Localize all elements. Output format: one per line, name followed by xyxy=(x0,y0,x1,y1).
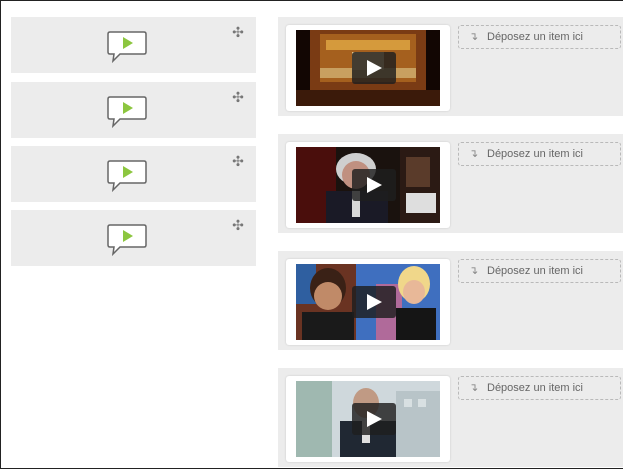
video-frame xyxy=(296,30,440,106)
video-thumbnail[interactable] xyxy=(286,259,450,345)
drop-label: Déposez un item ici xyxy=(487,382,583,394)
video-frame xyxy=(296,264,440,340)
drop-target[interactable]: ↴ Déposez un item ici xyxy=(458,259,621,283)
speech-bubble-play-icon xyxy=(107,96,147,128)
play-button[interactable] xyxy=(352,52,396,84)
drag-item[interactable]: ✣ xyxy=(11,17,256,73)
drop-zone: ↴ Déposez un item ici xyxy=(278,251,623,350)
play-icon xyxy=(367,294,382,310)
move-arrows-icon[interactable]: ✣ xyxy=(231,154,245,168)
video-thumbnail[interactable] xyxy=(286,25,450,111)
drag-item[interactable]: ✣ xyxy=(11,82,256,138)
drop-zone: ↴ Déposez un item ici xyxy=(278,134,623,233)
play-button[interactable] xyxy=(352,403,396,435)
speech-bubble-play-icon xyxy=(107,160,147,192)
play-button[interactable] xyxy=(352,169,396,201)
drop-target[interactable]: ↴ Déposez un item ici xyxy=(458,25,621,49)
drag-item[interactable]: ✣ xyxy=(11,146,256,202)
drop-target[interactable]: ↴ Déposez un item ici xyxy=(458,142,621,166)
drop-arrow-icon: ↴ xyxy=(469,31,479,43)
speech-bubble-play-icon xyxy=(107,224,147,256)
drop-arrow-icon: ↴ xyxy=(469,265,479,277)
drag-item[interactable]: ✣ xyxy=(11,210,256,266)
drop-arrow-icon: ↴ xyxy=(469,148,479,160)
drop-arrow-icon: ↴ xyxy=(469,382,479,394)
play-icon xyxy=(367,60,382,76)
play-icon xyxy=(367,411,382,427)
drop-zone: ↴ Déposez un item ici xyxy=(278,368,623,467)
speech-bubble-play-icon xyxy=(107,31,147,63)
play-icon xyxy=(367,177,382,193)
play-button[interactable] xyxy=(352,286,396,318)
move-arrows-icon[interactable]: ✣ xyxy=(231,90,245,104)
video-frame xyxy=(296,381,440,457)
drop-label: Déposez un item ici xyxy=(487,31,583,43)
activity-frame: ✣ ✣ ✣ ✣ ↴ Déposez un item ici ↴ Déposez … xyxy=(0,0,623,469)
drop-zone: ↴ Déposez un item ici xyxy=(278,17,623,116)
drop-label: Déposez un item ici xyxy=(487,148,583,160)
drop-target[interactable]: ↴ Déposez un item ici xyxy=(458,376,621,400)
move-arrows-icon[interactable]: ✣ xyxy=(231,25,245,39)
video-frame xyxy=(296,147,440,223)
video-thumbnail[interactable] xyxy=(286,376,450,462)
move-arrows-icon[interactable]: ✣ xyxy=(231,218,245,232)
video-thumbnail[interactable] xyxy=(286,142,450,228)
drop-label: Déposez un item ici xyxy=(487,265,583,277)
